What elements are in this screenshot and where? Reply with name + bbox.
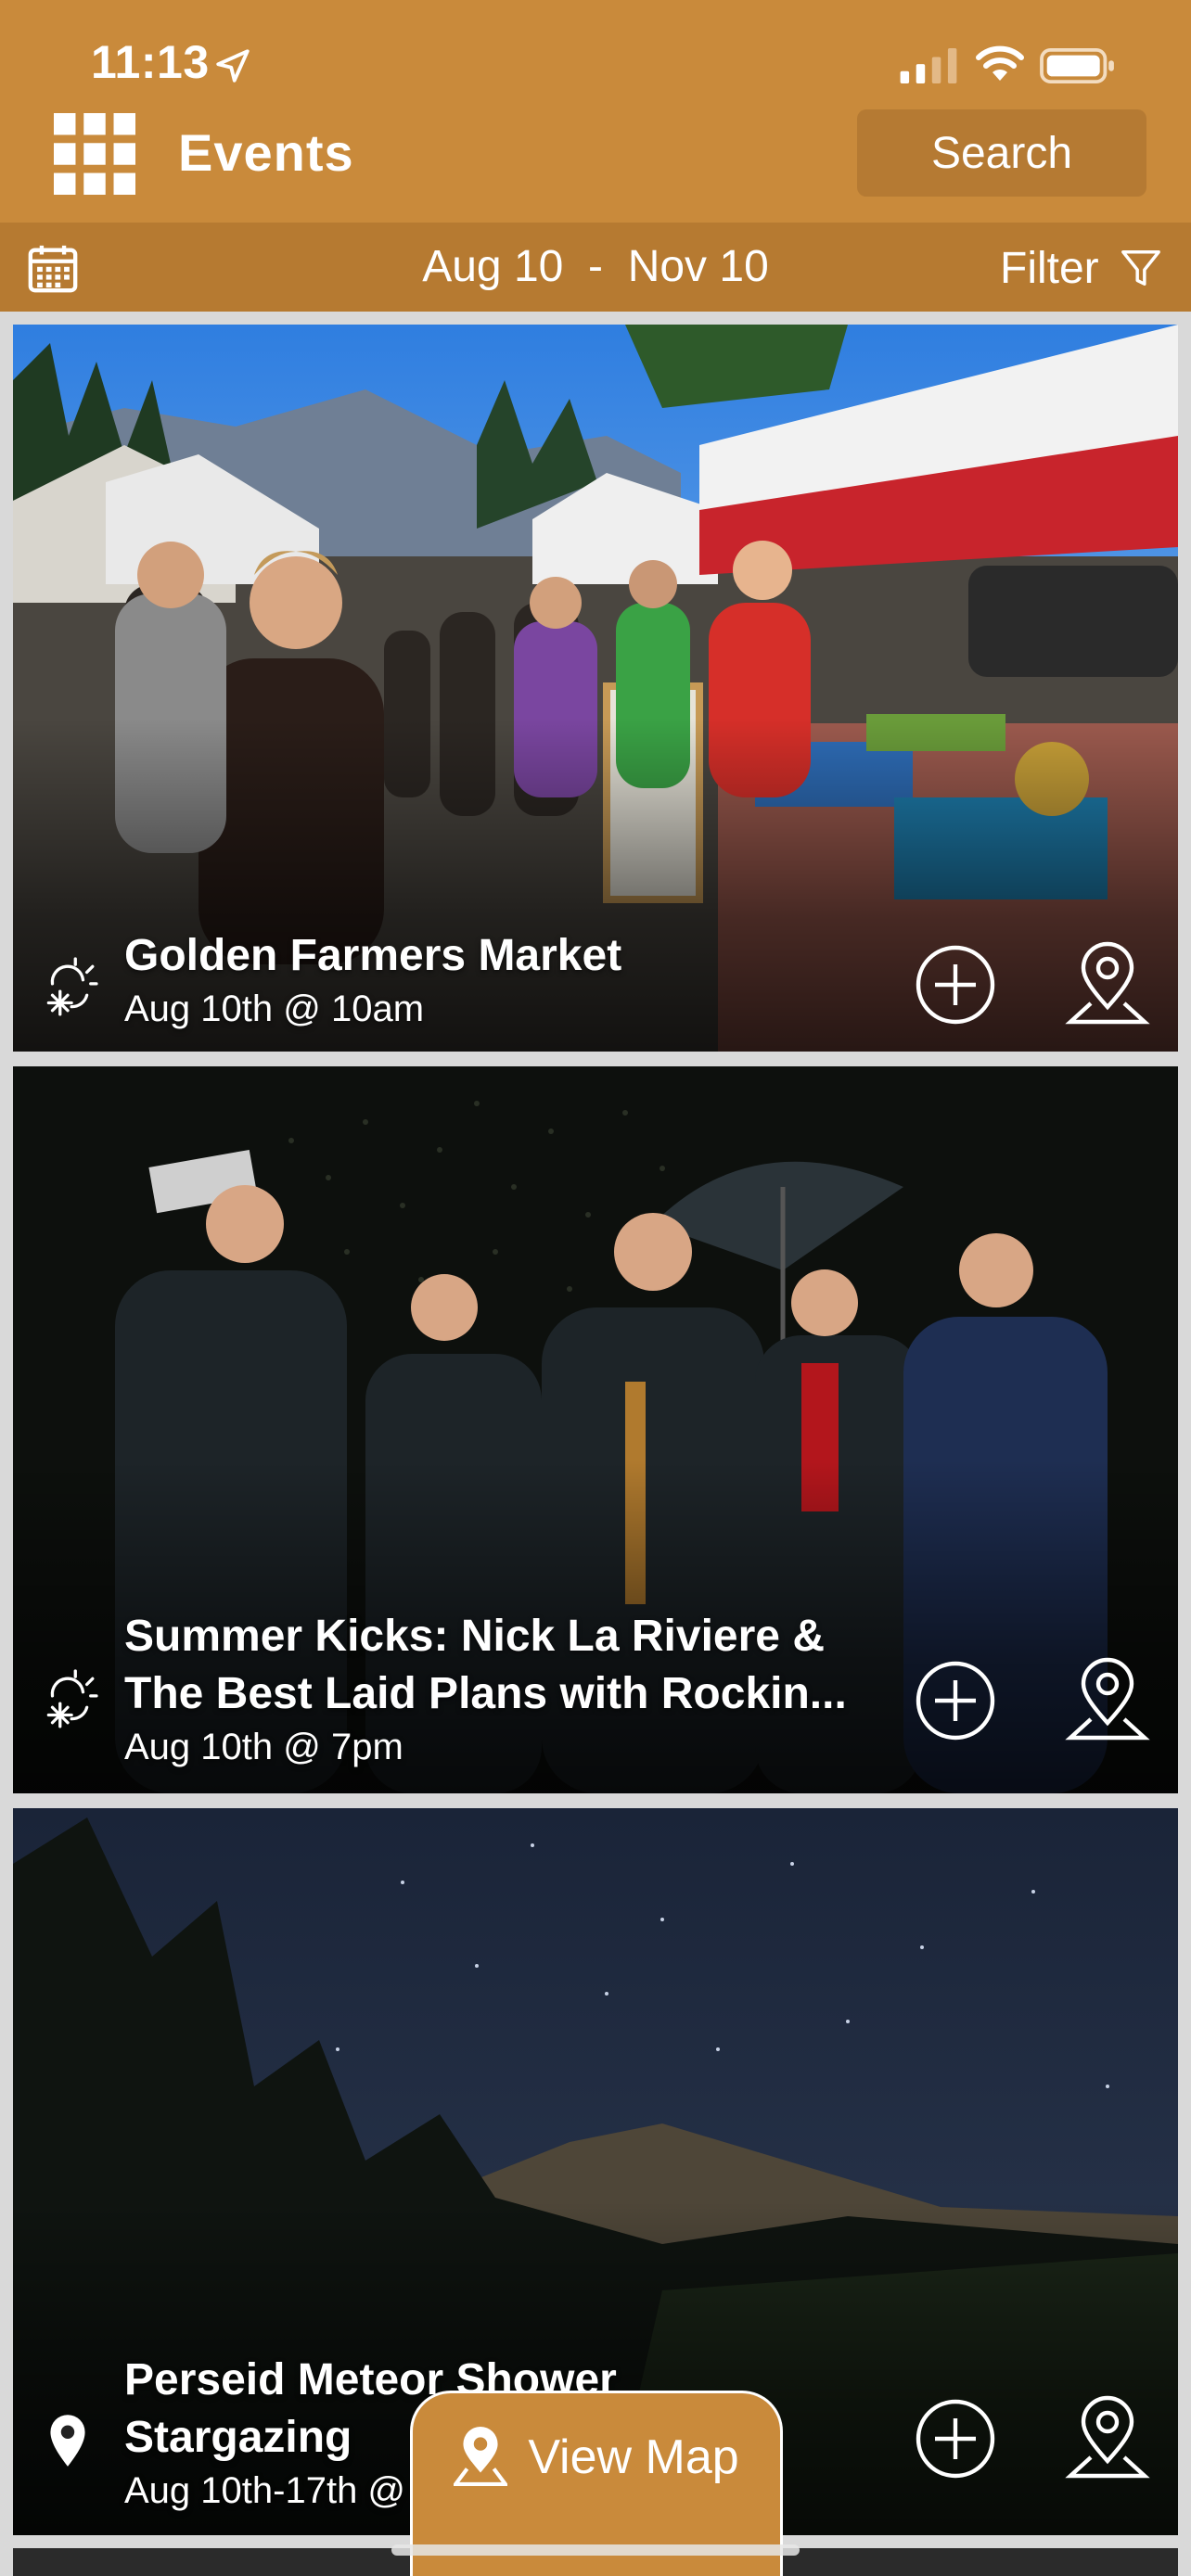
date-range-end: Nov 10: [627, 242, 769, 291]
map-pin-icon[interactable]: [1065, 940, 1150, 1026]
status-bar: 11:13: [0, 0, 1191, 121]
event-title[interactable]: Golden Farmers Market: [124, 927, 885, 985]
search-button[interactable]: Search: [857, 109, 1146, 197]
home-indicator: [391, 2544, 800, 2556]
filter-button[interactable]: Filter: [1000, 243, 1099, 294]
view-map-label: View Map: [528, 2430, 739, 2484]
date-range-bar: Aug 10 - Nov 10 Filter: [0, 223, 1191, 312]
seasonal-snowflake-sun-icon: [46, 957, 98, 1016]
event-info: Golden Farmers Market Aug 10th @ 10am: [124, 927, 885, 1030]
event-title[interactable]: Summer Kicks: Nick La Riviere & The Best…: [124, 1608, 885, 1723]
map-location-icon: [454, 2427, 508, 2486]
cellular-signal-icon: [900, 48, 957, 83]
seasonal-snowflake-sun-icon: [46, 1669, 98, 1728]
wifi-icon: [976, 45, 1024, 81]
app-header: 11:13 Events Search: [0, 0, 1191, 223]
map-pin-icon[interactable]: [1065, 2394, 1150, 2480]
add-event-icon[interactable]: [915, 1660, 996, 1741]
date-range-start: Aug 10: [422, 242, 564, 291]
add-event-icon[interactable]: [915, 2398, 996, 2480]
event-card[interactable]: Golden Farmers Market Aug 10th @ 10am: [13, 325, 1178, 1052]
page-title: Events: [178, 123, 354, 182]
date-range-separator: -: [588, 242, 604, 291]
event-date: Aug 10th @ 7pm: [124, 1727, 403, 1767]
battery-icon: [1040, 48, 1114, 83]
view-map-content: View Map: [413, 2427, 780, 2488]
location-arrow-icon: [216, 49, 250, 83]
event-card[interactable]: Summer Kicks: Nick La Riviere & The Best…: [13, 1066, 1178, 1793]
filter-funnel-icon[interactable]: [1119, 247, 1163, 289]
event-date: Aug 10th @ 10am: [124, 988, 425, 1029]
map-pin-icon[interactable]: [1065, 1656, 1150, 1741]
location-pin-icon: [50, 2415, 85, 2467]
event-info: Summer Kicks: Nick La Riviere & The Best…: [124, 1608, 885, 1768]
grid-menu-icon[interactable]: [54, 113, 135, 195]
add-event-icon[interactable]: [915, 944, 996, 1026]
status-time: 11:13: [91, 36, 210, 88]
